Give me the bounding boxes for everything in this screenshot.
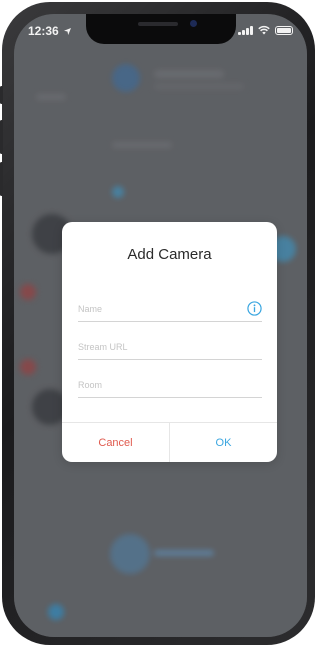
status-indicators xyxy=(238,25,293,35)
front-camera xyxy=(190,20,197,27)
speaker-grille xyxy=(138,22,178,26)
status-time-text: 12:36 xyxy=(28,24,59,38)
stream-url-field xyxy=(78,332,262,360)
dialog-title: Add Camera xyxy=(127,246,212,263)
name-input[interactable] xyxy=(78,294,228,314)
add-camera-dialog: Add Camera Cancel OK xyxy=(62,222,277,462)
silent-switch xyxy=(0,86,3,104)
signal-icon xyxy=(238,26,253,35)
room-field xyxy=(78,370,262,398)
phone-frame: 12:36 Add Camera Name Stream URL Room Ca… xyxy=(0,2,315,645)
info-icon[interactable] xyxy=(247,301,262,316)
name-field xyxy=(78,294,262,322)
status-time: 12:36 xyxy=(28,24,72,38)
ok-button[interactable]: OK xyxy=(170,423,277,462)
volume-up-button xyxy=(0,120,3,154)
location-arrow-icon xyxy=(64,28,72,35)
room-input[interactable] xyxy=(78,370,228,390)
volume-down-button xyxy=(0,162,3,196)
battery-icon xyxy=(275,26,293,35)
dialog-actions: Cancel OK xyxy=(62,422,277,462)
screen: 12:36 Add Camera Name Stream URL Room Ca… xyxy=(14,14,307,637)
notch xyxy=(86,14,236,44)
stream-url-input[interactable] xyxy=(78,332,228,352)
wifi-icon xyxy=(258,25,270,35)
cancel-button[interactable]: Cancel xyxy=(62,423,170,462)
